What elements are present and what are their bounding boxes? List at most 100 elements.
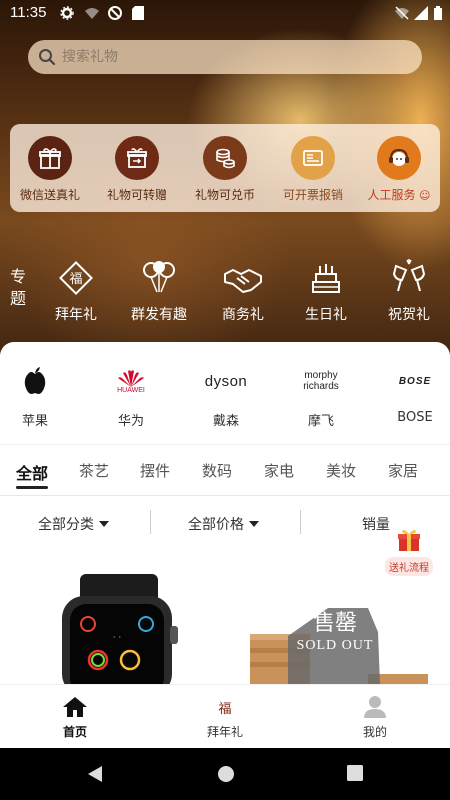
filter-label: 全部价格 xyxy=(188,517,244,533)
recents-icon[interactable] xyxy=(346,764,364,782)
tab-tea[interactable]: 茶艺 xyxy=(79,460,109,481)
service-label: 可开票报销 xyxy=(282,188,343,202)
battery-icon xyxy=(434,6,442,20)
active-tab-indicator xyxy=(16,486,48,489)
content-panel: 苹果 HUAWEI 华为 dyson 戴森 morphy richards 摩飞… xyxy=(0,342,450,696)
nav-new-year-gift[interactable]: 福 拜年礼 xyxy=(185,693,265,740)
brand-morphy-richards[interactable]: morphy richards 摩飞 xyxy=(286,362,356,429)
service-gift-transfer[interactable]: 礼物可转赠 xyxy=(94,136,180,203)
topic-title: 专题 xyxy=(10,267,27,308)
brand-apple[interactable]: 苹果 xyxy=(0,362,70,429)
settings-icon xyxy=(60,6,74,20)
brand-label: 苹果 xyxy=(21,414,48,429)
service-invoice[interactable]: 可开票报销 xyxy=(270,136,356,203)
topic-new-year[interactable]: 福 拜年礼 xyxy=(40,256,112,324)
sold-out-badge: 售罄 SOLD OUT xyxy=(288,610,382,654)
topic-label: 商务礼 xyxy=(222,307,264,323)
brand-label: 华为 xyxy=(117,414,144,429)
user-icon xyxy=(335,693,415,721)
service-label: 礼物可转赠 xyxy=(106,188,167,202)
brand-bose[interactable]: BOSE BOSE xyxy=(380,362,450,426)
nav-home[interactable]: 首页 xyxy=(35,693,115,740)
tab-home[interactable]: 家居 xyxy=(388,460,418,481)
red-gift-icon xyxy=(398,530,420,551)
topic-label: 生日礼 xyxy=(305,307,347,323)
divider xyxy=(0,495,450,496)
divider xyxy=(300,510,301,534)
service-customer-support[interactable]: 人工服务 ☺ xyxy=(356,136,442,203)
brand-label: BOSE xyxy=(397,410,433,425)
back-icon[interactable] xyxy=(86,764,104,784)
dyson-logo: dyson xyxy=(204,372,248,390)
sd-card-icon xyxy=(132,6,144,20)
gift-flow-label: 送礼流程 xyxy=(385,557,433,576)
invoice-icon xyxy=(291,136,335,180)
tab-appliances[interactable]: 家电 xyxy=(264,460,294,481)
dropdown-arrow-icon xyxy=(249,521,259,527)
sold-out-title: 售罄 xyxy=(312,611,357,636)
topic-label: 拜年礼 xyxy=(55,307,97,323)
brand-label: 戴森 xyxy=(212,414,239,429)
huawei-logo-icon: HUAWEI xyxy=(96,362,166,400)
huawei-logo-text: HUAWEI xyxy=(117,386,145,394)
signal-icon xyxy=(414,6,428,20)
topic-business[interactable]: 商务礼 xyxy=(207,256,279,324)
wifi-question-icon xyxy=(85,8,99,19)
topic-group-send[interactable]: 群发有趣 xyxy=(123,256,195,324)
search-input[interactable] xyxy=(62,47,402,67)
topic-label: 群发有趣 xyxy=(131,307,187,323)
search-icon xyxy=(39,49,56,66)
gift-flow-button[interactable]: 送礼流程 xyxy=(384,528,434,576)
tab-beauty[interactable]: 美妆 xyxy=(326,460,356,481)
service-label: 人工服务 ☺ xyxy=(367,188,431,202)
tab-all[interactable]: 全部 xyxy=(16,460,48,484)
cheers-icon xyxy=(373,256,445,296)
search-bar[interactable] xyxy=(28,40,422,74)
handshake-icon xyxy=(207,256,279,296)
bottom-nav: 首页 福 拜年礼 我的 xyxy=(0,684,450,748)
service-label: 微信送真礼 xyxy=(19,188,80,202)
nav-label: 首页 xyxy=(62,725,87,739)
apple-logo-icon xyxy=(0,362,70,400)
status-bar: 11:35 xyxy=(0,0,450,28)
brand-label: 摩飞 xyxy=(307,414,334,429)
brand-dyson[interactable]: dyson 戴森 xyxy=(191,362,261,430)
topic-label: 祝贺礼 xyxy=(388,307,430,323)
brand-huawei[interactable]: HUAWEI 华为 xyxy=(96,362,166,429)
nav-label: 拜年礼 xyxy=(206,725,243,739)
svg-text:· ·: · · xyxy=(113,633,122,643)
filter-label: 全部分类 xyxy=(38,517,94,533)
service-card: 微信送真礼 礼物可转赠 礼物可兑币 可开票报销 人工服务 ☺ xyxy=(10,124,440,212)
product-card-watch[interactable]: · · xyxy=(58,574,180,696)
morphy-richards-logo: morphy richards xyxy=(303,370,339,392)
home-circle-icon[interactable] xyxy=(216,764,236,784)
topic-congrats[interactable]: 祝贺礼 xyxy=(373,256,445,324)
topic-birthday[interactable]: 生日礼 xyxy=(290,256,362,324)
divider xyxy=(150,510,151,534)
coin-stack-icon xyxy=(203,136,247,180)
balloons-icon xyxy=(123,256,195,296)
cake-icon xyxy=(290,256,362,296)
fu-diamond-icon: 福 xyxy=(40,256,112,296)
nav-profile[interactable]: 我的 xyxy=(335,693,415,740)
home-icon xyxy=(35,693,115,721)
product-card-sold-out[interactable]: 售罄 SOLD OUT xyxy=(248,604,434,688)
gift-box-icon xyxy=(28,136,72,180)
svg-text:福: 福 xyxy=(69,272,82,287)
gift-transfer-icon xyxy=(115,136,159,180)
category-filter[interactable]: 全部分类 xyxy=(38,514,109,534)
price-filter[interactable]: 全部价格 xyxy=(188,514,259,534)
dropdown-arrow-icon xyxy=(99,521,109,527)
system-navigation-bar xyxy=(0,748,450,800)
chat-bubble-icon: ☺ xyxy=(415,189,431,202)
status-time: 11:35 xyxy=(10,4,47,21)
nav-label: 我的 xyxy=(362,725,387,739)
smartwatch-image: · · xyxy=(62,574,178,696)
bose-logo: BOSE xyxy=(398,375,432,387)
wifi-off-icon xyxy=(395,6,409,20)
tab-ornaments[interactable]: 摆件 xyxy=(140,460,170,481)
service-coin-exchange[interactable]: 礼物可兑币 xyxy=(182,136,268,203)
tab-digital[interactable]: 数码 xyxy=(202,460,232,481)
service-wechat-gift[interactable]: 微信送真礼 xyxy=(7,136,93,203)
service-label: 礼物可兑币 xyxy=(194,188,255,202)
